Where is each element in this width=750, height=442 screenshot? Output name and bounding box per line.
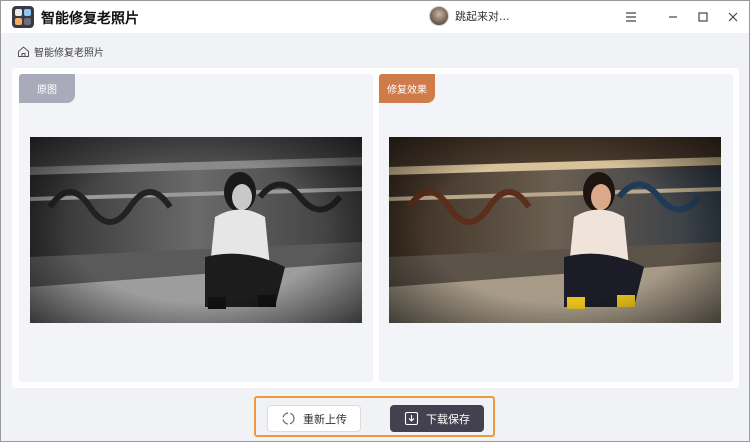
original-photo — [30, 137, 362, 323]
avatar[interactable] — [429, 6, 449, 26]
restored-tag: 修复效果 — [379, 74, 435, 103]
home-icon[interactable] — [17, 45, 30, 58]
reupload-button[interactable]: 重新上传 — [267, 405, 361, 432]
user-profile[interactable]: 跳起来对... — [429, 6, 510, 26]
minimize-icon[interactable] — [665, 9, 681, 25]
app-title: 智能修复老照片 — [41, 11, 139, 27]
comparison-panel: 原图 修复效果 — [12, 68, 739, 388]
restored-photo — [389, 137, 721, 323]
app-logo-icon — [12, 6, 34, 28]
close-icon[interactable] — [725, 9, 741, 25]
original-tag: 原图 — [19, 74, 75, 103]
reupload-label[interactable]: 重新上传 — [303, 411, 347, 427]
breadcrumb-label[interactable]: 智能修复老照片 — [34, 44, 104, 59]
title-bar: 智能修复老照片 跳起来对... — [1, 1, 749, 33]
maximize-icon[interactable] — [695, 9, 711, 25]
download-label[interactable]: 下载保存 — [426, 411, 470, 427]
download-button[interactable]: 下载保存 — [390, 405, 484, 432]
app-window: 智能修复老照片 跳起来对... 智能修复老照片 原图 修复效果 重新上传 下载保… — [0, 0, 750, 442]
restored-pane: 修复效果 — [379, 74, 733, 382]
original-pane: 原图 — [19, 74, 373, 382]
refresh-icon — [281, 411, 296, 426]
download-icon — [404, 411, 419, 426]
menu-icon[interactable] — [623, 9, 639, 25]
user-name[interactable]: 跳起来对... — [455, 8, 510, 24]
breadcrumb[interactable]: 智能修复老照片 — [17, 44, 104, 59]
